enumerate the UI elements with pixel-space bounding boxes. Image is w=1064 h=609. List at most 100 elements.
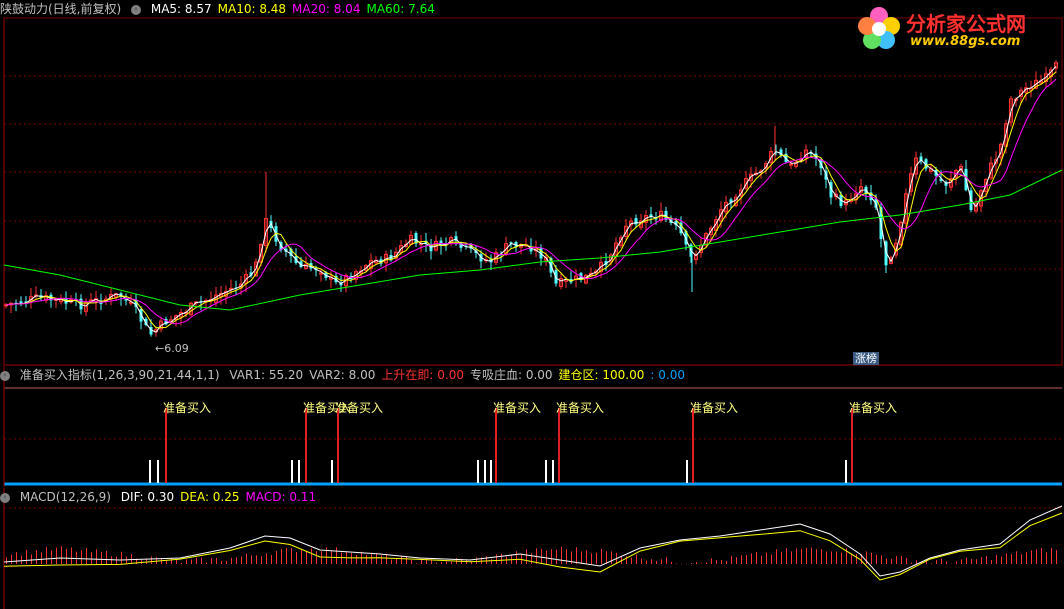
white-signal-bar <box>552 460 554 483</box>
logo-url[interactable]: www.88gs.com <box>910 34 1020 49</box>
macd-histogram-bar <box>1026 552 1027 564</box>
white-signal-bar <box>490 460 492 483</box>
macd-name[interactable]: MACD(12,26,9) <box>20 490 111 504</box>
macd-histogram-bar <box>186 559 187 564</box>
indicator-name[interactable]: 准备买入指标(1,26,3,90,21,44,1,1) <box>20 368 220 382</box>
macd-histogram-bar <box>41 552 42 564</box>
macd-histogram-bar <box>151 556 152 564</box>
macd-histogram-bar <box>896 556 897 564</box>
white-signal-bar <box>149 460 151 483</box>
macd-histogram-bar <box>211 558 212 564</box>
settings-circle-icon[interactable]: ◦ <box>131 4 142 15</box>
macd-histogram-bar <box>31 554 32 564</box>
macd-histogram-bar <box>166 560 167 564</box>
macd-histogram-bar <box>796 548 797 564</box>
macd-histogram-bar <box>1016 551 1017 564</box>
macd-chart[interactable] <box>0 488 1064 609</box>
macd-histogram-bar <box>176 559 177 564</box>
macd-histogram-bar <box>341 552 342 564</box>
rank-badge[interactable]: 涨榜 <box>853 352 879 365</box>
macd-histogram-bar <box>971 559 972 564</box>
macd-histogram-bar <box>806 547 807 564</box>
min-price-label: ←6.09 <box>155 342 189 355</box>
macd-histogram-bar <box>691 563 692 564</box>
macd-histogram-bar <box>261 556 262 564</box>
macd-histogram-bar <box>551 549 552 564</box>
white-signal-bar <box>477 460 479 483</box>
logo-name: 分析家公式网 <box>906 12 1026 36</box>
macd-histogram-bar <box>646 560 647 564</box>
white-signal-bar <box>484 460 486 483</box>
macd-histogram-bar <box>836 551 837 564</box>
indicator-chart[interactable]: 准备买入 准备买入准备买入 准备买入 准备买入 准备买入 准备买入 <box>0 366 1064 488</box>
macd-value-2: MACD: 0.11 <box>245 490 317 504</box>
macd-histogram-bar <box>821 548 822 564</box>
white-signal-bar <box>157 460 159 483</box>
macd-histogram-bar <box>856 554 857 564</box>
macd-histogram-bar <box>51 550 52 564</box>
macd-histogram-bar <box>726 561 727 564</box>
macd-histogram-bar <box>316 551 317 564</box>
macd-histogram-bar <box>306 551 307 564</box>
buy-signal-bar <box>495 408 497 483</box>
macd-histogram-bar <box>651 559 652 564</box>
macd-histogram-bar <box>711 558 712 564</box>
macd-histogram-bar <box>101 551 102 564</box>
buy-signal-bar <box>558 408 560 483</box>
buy-signal-bar <box>337 408 339 483</box>
macd-histogram-bar <box>441 562 442 564</box>
macd-histogram-bar <box>641 558 642 564</box>
stock-title[interactable]: 陕鼓动力(日线,前复权) <box>0 2 121 16</box>
macd-histogram-bar <box>826 551 827 564</box>
macd-histogram-bar <box>201 557 202 564</box>
macd-histogram-bar <box>476 557 477 564</box>
macd-value-0: DIF: 0.30 <box>120 490 175 504</box>
macd-histogram-bar <box>1021 554 1022 564</box>
macd-histogram-bar <box>996 554 997 564</box>
macd-histogram-bar <box>91 551 92 564</box>
macd-histogram-bar <box>416 563 417 564</box>
macd-histogram-bar <box>516 551 517 564</box>
macd-histogram-bar <box>1001 556 1002 564</box>
macd-histogram-bar <box>271 555 272 564</box>
macd-histogram-bar <box>386 553 387 564</box>
macd-histogram-bar <box>936 560 937 564</box>
macd-histogram-bar <box>801 548 802 564</box>
macd-histogram-bar <box>251 555 252 564</box>
indicator-value-3: 专吸庄血: 0.00 <box>469 368 553 382</box>
price-chart[interactable] <box>0 0 1064 366</box>
macd-settings-icon[interactable]: ◦ <box>0 492 10 503</box>
macd-histogram-bar <box>36 550 37 564</box>
macd-histogram-bar <box>736 557 737 564</box>
candle-body-up <box>789 163 793 166</box>
macd-histogram-bar <box>191 559 192 564</box>
macd-histogram-bar <box>231 557 232 564</box>
macd-histogram-bar <box>121 551 122 564</box>
macd-histogram-bar <box>561 546 562 564</box>
macd-histogram-bar <box>206 562 207 564</box>
ma5-line <box>5 65 1057 333</box>
macd-histogram-bar <box>61 546 62 564</box>
macd-histogram-bar <box>156 557 157 564</box>
macd-histogram-bar <box>1036 549 1037 564</box>
macd-histogram-bar <box>376 553 377 564</box>
macd-histogram-bar <box>521 553 522 564</box>
buy-signal-label: 准备买入 <box>690 401 738 415</box>
macd-histogram-bar <box>366 554 367 564</box>
macd-histogram-bar <box>1006 553 1007 564</box>
macd-histogram-bar <box>1056 550 1057 564</box>
macd-histogram-bar <box>276 551 277 564</box>
chart-frame <box>3 17 1063 366</box>
macd-histogram-bar <box>611 551 612 564</box>
macd-histogram-bar <box>991 560 992 564</box>
macd-histogram-bar <box>591 553 592 564</box>
macd-histogram-bar <box>486 556 487 564</box>
macd-histogram-bar <box>601 549 602 564</box>
macd-histogram-bar <box>586 550 587 564</box>
macd-histogram-bar <box>606 551 607 564</box>
macd-histogram-bar <box>66 548 67 564</box>
macd-histogram-bar <box>751 553 752 564</box>
indicator-settings-icon[interactable]: ◦ <box>0 370 10 381</box>
macd-histogram-bar <box>671 561 672 564</box>
macd-histogram-bar <box>266 553 267 564</box>
